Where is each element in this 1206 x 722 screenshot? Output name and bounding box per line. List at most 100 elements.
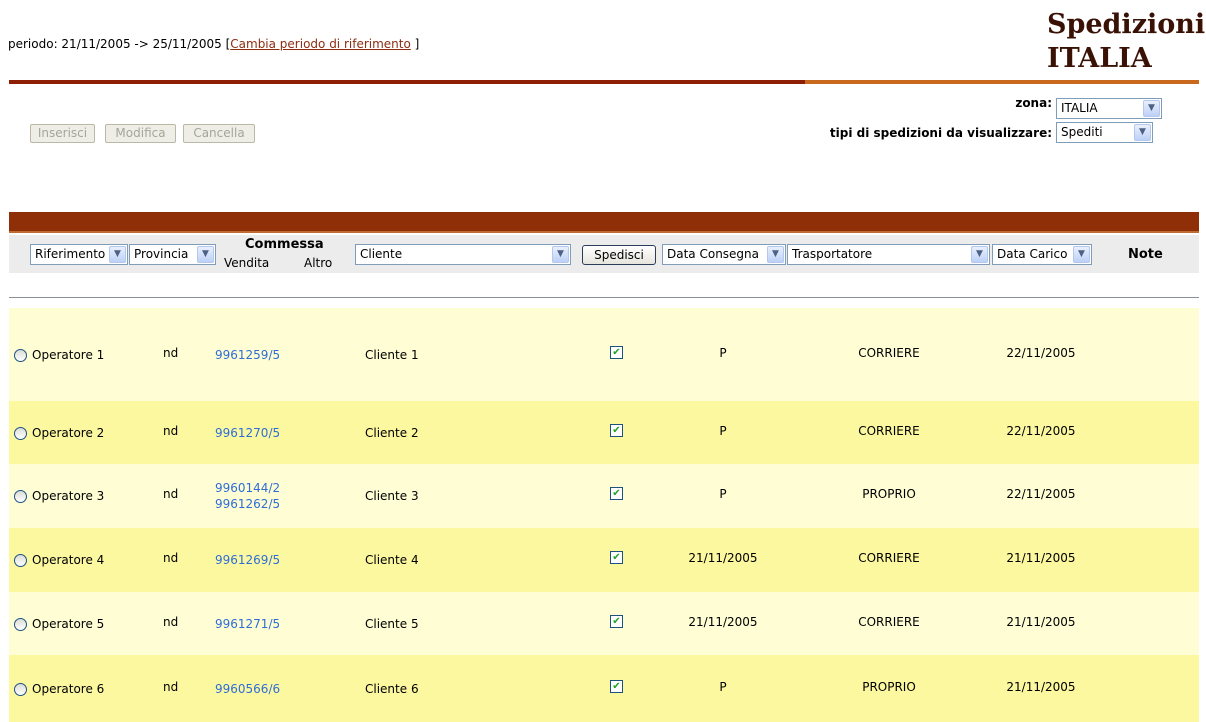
commessa-link[interactable]: 9960566/6 [215, 681, 280, 697]
spedisci-button[interactable]: Spedisci [582, 245, 656, 265]
trasportatore-value: PROPRIO [862, 680, 916, 694]
row-select-radio[interactable] [14, 683, 27, 696]
operator-name: Operatore 2 [32, 426, 105, 440]
chevron-down-icon: ▼ [197, 246, 214, 263]
chevron-down-icon: ▼ [1134, 124, 1151, 141]
data-carico-value: 22/11/2005 [1006, 487, 1076, 501]
data-consegna-value: P [719, 346, 727, 360]
cliente-value: Cliente 2 [365, 426, 419, 440]
trasportatore-select[interactable]: Trasportatore ▼ [787, 244, 990, 265]
data-consegna-value: P [719, 680, 727, 694]
commessa-link[interactable]: 9960144/2 [215, 480, 280, 496]
operator-name: Operatore 1 [32, 348, 105, 362]
commessa-header: Commessa [245, 237, 324, 252]
trasportatore-value: CORRIERE [858, 551, 920, 565]
commessa-link[interactable]: 9961259/5 [215, 347, 280, 363]
data-carico-value: 21/11/2005 [1006, 680, 1076, 694]
row-select-radio[interactable] [14, 618, 27, 631]
table-row: Operatore 1 nd 9961259/5 Cliente 1 ✔ P CORRIER… [9, 308, 1199, 401]
table-row: Operatore 4 nd 9961269/5 Cliente 4 ✔ 21/11/20… [9, 528, 1199, 592]
shipped-checkbox[interactable]: ✔ [610, 551, 623, 564]
row-select-radio[interactable] [14, 490, 27, 503]
data-carico-value: 21/11/2005 [1006, 615, 1076, 629]
insert-button[interactable]: Inserisci [30, 124, 95, 143]
data-consegna-value: P [719, 424, 727, 438]
chevron-down-icon: ▼ [1073, 246, 1090, 263]
commessa-link[interactable]: 9961262/5 [215, 496, 280, 512]
delete-button[interactable]: Cancella [183, 124, 255, 143]
data-carico-select[interactable]: Data Carico ▼ [992, 244, 1092, 265]
brand-title: Spedizioni [1047, 9, 1206, 40]
table-row: Operatore 2 nd 9961270/5 Cliente 2 ✔ P CORRIER… [9, 401, 1199, 464]
data-consegna-label: Data Consegna [667, 247, 760, 261]
tipi-label: tipi di spedizioni da visualizzare: [829, 126, 1052, 140]
chevron-down-icon: ▼ [971, 246, 988, 263]
chevron-down-icon: ▼ [1143, 100, 1160, 117]
provincia-value: nd [163, 487, 179, 501]
operator-name: Operatore 6 [32, 682, 105, 696]
row-select-radio[interactable] [14, 554, 27, 567]
operator-name: Operatore 3 [32, 489, 105, 503]
header-divider-accent [805, 80, 1199, 84]
trasportatore-value: CORRIERE [858, 346, 920, 360]
table-row: Operatore 3 nd 9960144/2 9961262/5 Cliente 3… [9, 464, 1199, 528]
data-consegna-value: P [719, 487, 727, 501]
data-consegna-select[interactable]: Data Consegna ▼ [662, 244, 786, 265]
chevron-down-icon: ▼ [552, 246, 569, 263]
provincia-label: Provincia [134, 247, 189, 261]
vendita-header: Vendita [224, 256, 270, 270]
chevron-down-icon: ▼ [109, 246, 126, 263]
shipped-checkbox[interactable]: ✔ [610, 424, 623, 437]
provincia-value: nd [163, 424, 179, 438]
zona-select-value: ITALIA [1061, 101, 1098, 115]
trasportatore-label: Trasportatore [792, 247, 873, 261]
shipped-checkbox[interactable]: ✔ [610, 346, 623, 359]
provincia-sort-select[interactable]: Provincia ▼ [129, 244, 216, 265]
period-text: periodo: 21/11/2005 -> 25/11/2005 [ [8, 37, 231, 51]
shipped-checkbox[interactable]: ✔ [610, 487, 623, 500]
row-select-radio[interactable] [14, 427, 27, 440]
shipped-checkbox[interactable]: ✔ [610, 615, 623, 628]
chevron-down-icon: ▼ [767, 246, 784, 263]
trasportatore-value: CORRIERE [858, 424, 920, 438]
change-period-link[interactable]: Cambia periodo di riferimento [230, 37, 411, 51]
table-row: Operatore 6 nd 9960566/6 Cliente 6 ✔ P PROPRIO… [9, 655, 1199, 722]
riferimento-label: Riferimento [35, 247, 106, 261]
data-carico-value: 22/11/2005 [1006, 424, 1076, 438]
data-carico-value: 22/11/2005 [1006, 346, 1076, 360]
cliente-value: Cliente 3 [365, 489, 419, 503]
cliente-value: Cliente 5 [365, 617, 419, 631]
commessa-link[interactable]: 9961271/5 [215, 616, 280, 632]
provincia-value: nd [163, 680, 179, 694]
edit-button[interactable]: Modifica [105, 124, 176, 143]
commessa-link[interactable]: 9961269/5 [215, 552, 280, 568]
table-row: Operatore 5 nd 9961271/5 Cliente 5 ✔ 21/11/20… [9, 592, 1199, 655]
data-carico-value: 21/11/2005 [1006, 551, 1076, 565]
period-close: ] [410, 37, 420, 51]
header-divider [9, 80, 805, 84]
commessa-link[interactable]: 9961270/5 [215, 425, 280, 441]
zona-select[interactable]: ITALIA ▼ [1056, 98, 1162, 119]
provincia-value: nd [163, 551, 179, 565]
cliente-select[interactable]: Cliente ▼ [355, 244, 571, 265]
period-info: periodo: 21/11/2005 -> 25/11/2005 [Cambi… [8, 37, 419, 51]
zona-label: zona: [1015, 96, 1052, 110]
tipi-select[interactable]: Spediti ▼ [1056, 122, 1153, 143]
page-brand: Spedizioni ITALIA [1047, 8, 1206, 76]
cliente-label: Cliente [360, 247, 403, 261]
header-separator [9, 297, 1199, 298]
provincia-value: nd [163, 346, 179, 360]
shipped-checkbox[interactable]: ✔ [610, 680, 623, 693]
operator-name: Operatore 5 [32, 617, 105, 631]
row-select-radio[interactable] [14, 349, 27, 362]
data-carico-label: Data Carico [997, 247, 1068, 261]
riferimento-sort-select[interactable]: Riferimento ▼ [30, 244, 128, 265]
trasportatore-value: CORRIERE [858, 615, 920, 629]
cliente-value: Cliente 1 [365, 348, 419, 362]
table-top-bar [9, 212, 1199, 233]
brand-subtitle: ITALIA [1047, 43, 1152, 74]
tipi-select-value: Spediti [1061, 125, 1103, 139]
note-header: Note [1128, 247, 1163, 262]
data-consegna-value: 21/11/2005 [688, 615, 758, 629]
cliente-value: Cliente 6 [365, 682, 419, 696]
